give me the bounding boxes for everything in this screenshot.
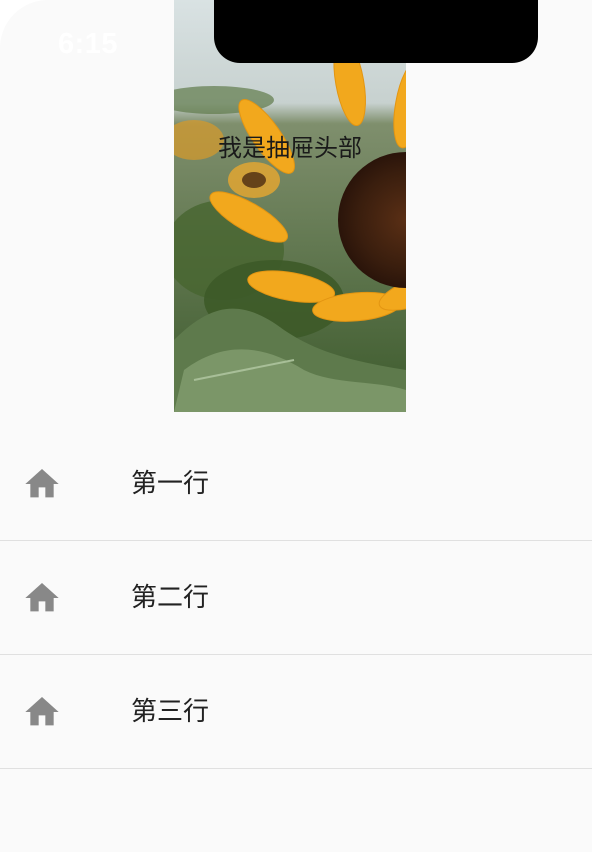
drawer-menu: 第一行 第二行 第三行 bbox=[0, 427, 592, 769]
drawer-item-label: 第三行 bbox=[131, 697, 210, 727]
home-icon bbox=[25, 697, 59, 726]
drawer-item-2[interactable]: 第二行 bbox=[0, 541, 592, 655]
drawer-item-1[interactable]: 第一行 bbox=[0, 427, 592, 541]
drawer-item-label: 第一行 bbox=[131, 469, 210, 499]
device-notch bbox=[214, 0, 538, 63]
drawer-header-title: 我是抽屉头部 bbox=[218, 134, 362, 162]
home-icon bbox=[25, 469, 59, 498]
drawer-item-label: 第二行 bbox=[131, 583, 210, 613]
app-screen: 6:15 我是抽屉头部 第一行 第二行 第三行 bbox=[0, 0, 592, 852]
status-bar-time: 6:15 bbox=[58, 28, 119, 60]
drawer-item-3[interactable]: 第三行 bbox=[0, 655, 592, 769]
home-icon bbox=[25, 583, 59, 612]
